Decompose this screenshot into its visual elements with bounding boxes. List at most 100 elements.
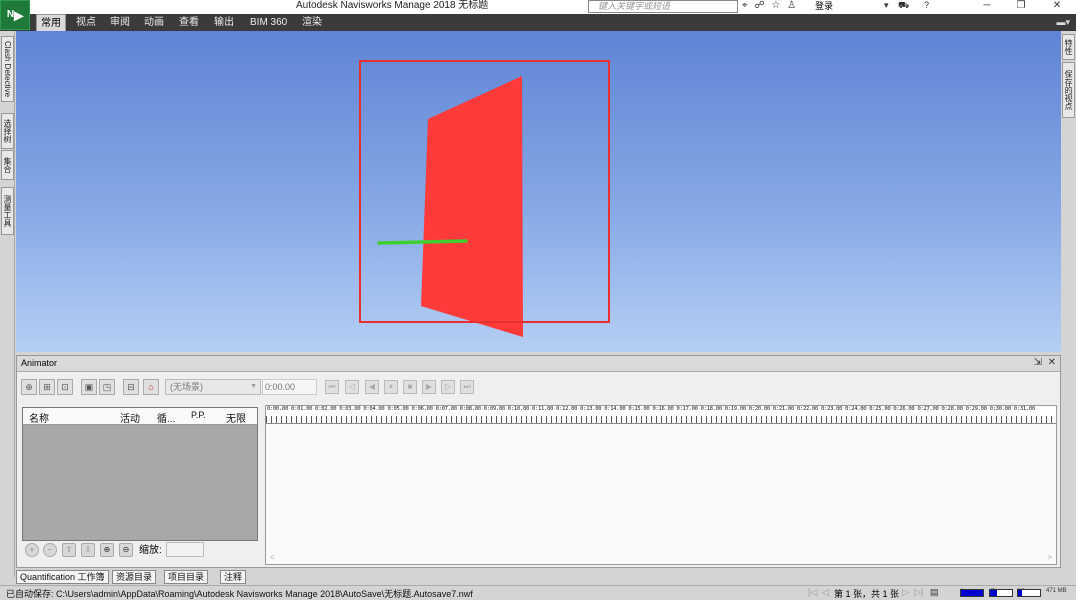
add-scene-icon[interactable]: ⊕ <box>21 379 37 395</box>
pencil-meter <box>960 589 984 597</box>
binoculars-icon[interactable]: ⌖ <box>742 0 748 11</box>
timeline-view[interactable]: 0:00.00 0:01.00 0:02.00 0:03.00 0:04.00 … <box>265 405 1057 565</box>
close-panel-icon[interactable]: ✕ <box>1048 357 1056 368</box>
disk-meter <box>989 589 1013 597</box>
app-logo[interactable]: N▸ <box>0 0 30 30</box>
ribbon-menu: 常用 视点 审阅 动画 查看 输出 BIM 360 渲染 ▬▾ <box>0 14 1076 31</box>
tab-project-catalog[interactable]: 项目目录 <box>164 570 209 584</box>
close-button[interactable]: ✕ <box>1042 0 1072 12</box>
tab-saved-viewpoints[interactable]: 保存的视点 <box>1062 62 1075 118</box>
col-infinite[interactable]: 无限 <box>226 410 246 425</box>
title-bar: Autodesk Navisworks Manage 2018 无标题 ▸ 键入… <box>0 0 1076 14</box>
status-bar: 已自动保存: C:\Users\admin\AppData\Roaming\Au… <box>0 585 1076 599</box>
menu-review[interactable]: 审阅 <box>106 14 134 31</box>
window-title: Autodesk Navisworks Manage 2018 无标题 <box>296 0 489 11</box>
ribbon-toggle-icon[interactable]: ▬▾ <box>1056 17 1070 28</box>
star-icon[interactable]: ☆ <box>771 0 780 11</box>
tab-resource-catalog[interactable]: 资源目录 <box>112 570 157 584</box>
scene-select-value: (无场景) <box>170 382 203 392</box>
timeline-ruler[interactable]: 0:00.00 0:01.00 0:02.00 0:03.00 0:04.00 … <box>266 406 1056 424</box>
col-pp[interactable]: P.P. <box>191 410 206 420</box>
add-animation-icon[interactable]: ⊞ <box>39 379 55 395</box>
tab-sets[interactable]: 集合 <box>1 150 14 180</box>
animator-title: Animator <box>21 358 58 368</box>
keyframe-icon[interactable]: ⌂ <box>143 379 159 395</box>
menu-render[interactable]: 渲染 <box>298 14 326 31</box>
search-input[interactable]: 键入关键字或短语 <box>588 0 738 13</box>
pin-icon[interactable]: ⇲ <box>1034 357 1042 368</box>
cart-icon[interactable]: ⛟ <box>898 0 909 12</box>
panel-controls: ⇲ ✕ <box>1034 357 1056 368</box>
rewind-start-icon[interactable]: ⏮ <box>325 380 339 394</box>
add-set-icon[interactable]: ⊡ <box>57 379 73 395</box>
col-name[interactable]: 名称 <box>29 410 49 425</box>
menu-bim360[interactable]: BIM 360 <box>246 14 291 31</box>
menu-viewpoint[interactable]: 视点 <box>72 14 100 31</box>
forward-end-icon[interactable]: ⏭ <box>460 380 474 394</box>
page-info: 第 1 张，共 1 张 <box>834 589 900 599</box>
play-icon[interactable]: ▶ <box>422 380 436 394</box>
col-active[interactable]: 活动 <box>120 410 140 425</box>
capture-icon[interactable]: ◳ <box>99 379 115 395</box>
stop-icon[interactable]: ■ <box>403 380 417 394</box>
3d-viewport[interactable] <box>16 31 1061 352</box>
title-icon-group: ⌖ ☍ ☆ ♙ <box>742 0 800 12</box>
dropdown-icon[interactable]: ▾ <box>884 0 889 11</box>
red-wall-object[interactable] <box>421 76 523 337</box>
menu-home[interactable]: 常用 <box>36 14 66 31</box>
ruler-ticks <box>266 416 1056 423</box>
move-up-icon[interactable]: ⇧ <box>62 543 76 557</box>
scale-label: 缩放: <box>139 545 162 556</box>
scroll-left-icon[interactable]: < <box>270 553 275 562</box>
scroll-right-icon[interactable]: > <box>1047 553 1052 562</box>
ruler-labels: 0:00.00 0:01.00 0:02.00 0:03.00 0:04.00 … <box>267 406 1035 412</box>
menu-view[interactable]: 查看 <box>175 14 203 31</box>
memory-usage: 471 MB <box>1046 588 1067 594</box>
left-dock: Clash Detective 选择树 集合 测量工具 <box>0 31 15 577</box>
help-icon[interactable]: ? <box>924 0 929 10</box>
step-back-icon[interactable]: ◁ <box>345 380 359 394</box>
camera-icon[interactable]: ▣ <box>81 379 97 395</box>
minimize-button[interactable]: ─ <box>972 0 1002 12</box>
remove-item-icon[interactable]: − <box>43 543 57 557</box>
chevron-down-icon: ▼ <box>250 383 257 390</box>
scale-input[interactable] <box>166 542 204 557</box>
next-page-icon[interactable]: ▷ <box>902 587 909 598</box>
tab-quantification[interactable]: Quantification 工作簿 <box>16 570 109 584</box>
tab-clash-detective[interactable]: Clash Detective <box>1 36 14 102</box>
sheet-browser-icon[interactable]: ▤ <box>930 587 939 598</box>
scene-canvas[interactable] <box>16 31 1061 352</box>
menu-output[interactable]: 输出 <box>210 14 238 31</box>
green-bar-object[interactable] <box>377 239 468 245</box>
move-down-icon[interactable]: ⇩ <box>81 543 95 557</box>
right-dock: 特性 保存的视点 <box>1061 31 1076 577</box>
tab-measure-tools[interactable]: 测量工具 <box>1 187 14 235</box>
autosave-status: 已自动保存: C:\Users\admin\AppData\Roaming\Au… <box>6 589 473 599</box>
animation-list[interactable]: 名称 活动 循... P.P. 无限 <box>22 407 258 541</box>
first-page-icon[interactable]: |◁ <box>808 587 817 598</box>
restore-button[interactable]: ❐ <box>1006 0 1036 12</box>
last-page-icon[interactable]: ▷| <box>914 587 923 598</box>
col-loop[interactable]: 循... <box>157 410 175 425</box>
user-search-icon[interactable]: ☍ <box>754 0 764 11</box>
animation-list-header: 名称 活动 循... P.P. 无限 <box>23 408 257 425</box>
key-icon[interactable]: ⊟ <box>123 379 139 395</box>
time-input[interactable]: 0:00.00 <box>262 379 317 395</box>
zoom-out-icon[interactable]: ⊖ <box>119 543 133 557</box>
scene-select[interactable]: (无场景) ▼ <box>165 379 261 395</box>
animator-header: Animator ⇲ ✕ <box>17 356 1060 372</box>
menu-animation[interactable]: 动画 <box>140 14 168 31</box>
zoom-in-icon[interactable]: ⊕ <box>100 543 114 557</box>
step-forward-icon[interactable]: ▷ <box>441 380 455 394</box>
login-link[interactable]: 登录 <box>815 0 833 12</box>
tab-properties[interactable]: 特性 <box>1062 34 1075 60</box>
play-reverse-icon[interactable]: ◀ <box>365 380 379 394</box>
user-icon[interactable]: ♙ <box>787 0 796 11</box>
animator-panel: Animator ⇲ ✕ ⊕ ⊞ ⊡ ▣ ◳ ⊟ ⌂ (无场景) ▼ 0:00.… <box>16 355 1061 568</box>
pause-icon[interactable]: ⏸ <box>384 380 398 394</box>
web-server-meter <box>1017 589 1041 597</box>
tab-comments[interactable]: 注释 <box>220 570 247 584</box>
add-item-icon[interactable]: + <box>25 543 39 557</box>
tab-selection-tree[interactable]: 选择树 <box>1 113 14 149</box>
prev-page-icon[interactable]: ◁ <box>822 587 829 598</box>
